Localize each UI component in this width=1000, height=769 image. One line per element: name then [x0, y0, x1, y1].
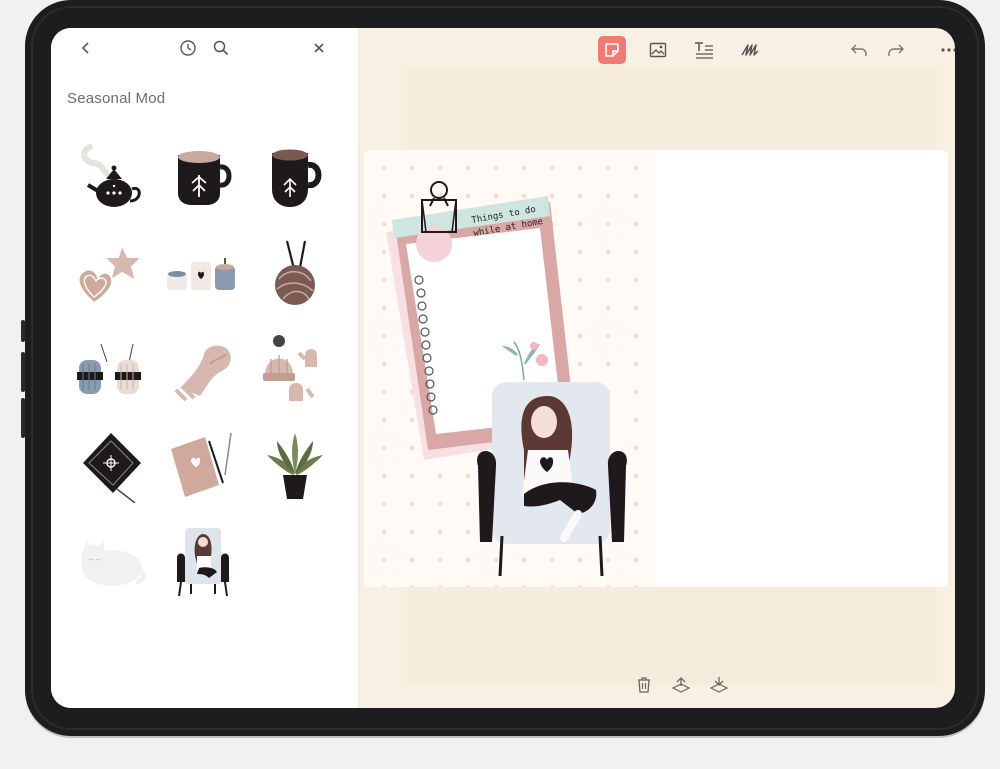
teapot-sticker[interactable]	[65, 130, 157, 226]
side-button	[21, 320, 25, 342]
redo-icon[interactable]	[882, 36, 910, 64]
heart-star-cookies-sticker[interactable]	[65, 226, 157, 322]
sticker-grid	[65, 130, 345, 610]
cat-sticker[interactable]	[65, 514, 157, 610]
scribble-tool-button[interactable]	[736, 36, 764, 64]
search-icon[interactable]	[211, 38, 231, 58]
girl-armchair-sticker[interactable]	[157, 514, 249, 610]
sticker-tool-button[interactable]	[598, 36, 626, 64]
sticker-pack-title: Seasonal Mod	[67, 90, 166, 107]
potted-plant-sticker[interactable]	[249, 418, 341, 514]
trash-icon[interactable]	[633, 674, 655, 696]
text-tool-button[interactable]	[690, 36, 718, 64]
canvas-page[interactable]: Things to do while at home	[364, 150, 948, 587]
hat-mittens-sticker[interactable]	[249, 322, 341, 418]
more-icon[interactable]	[935, 36, 955, 64]
undo-icon[interactable]	[845, 36, 873, 64]
yarn-needles-sticker[interactable]	[249, 226, 341, 322]
app-screen: Seasonal Mod Things to do while at home	[51, 28, 955, 708]
yarn-skeins-sticker[interactable]	[65, 322, 157, 418]
candles-sticker[interactable]	[157, 226, 249, 322]
back-chevron-icon[interactable]	[76, 38, 96, 58]
book-sticker[interactable]	[65, 418, 157, 514]
side-button	[21, 352, 25, 392]
ipad-frame: Seasonal Mod Things to do while at home	[21, 0, 985, 736]
girl-armchair-sticker[interactable]	[477, 382, 627, 577]
notebook-sticker[interactable]	[157, 418, 249, 514]
move-up-icon[interactable]	[670, 674, 692, 696]
sticker-panel: Seasonal Mod	[51, 28, 359, 708]
canvas-artwork: Things to do while at home	[386, 181, 627, 577]
close-icon[interactable]	[309, 38, 329, 58]
mug-light-sticker[interactable]	[157, 130, 249, 226]
mug-dark-sticker[interactable]	[249, 130, 341, 226]
image-tool-button[interactable]	[644, 36, 672, 64]
history-clock-icon[interactable]	[178, 38, 198, 58]
side-button	[21, 398, 25, 438]
move-down-icon[interactable]	[708, 674, 730, 696]
scarf-sticker[interactable]	[157, 322, 249, 418]
